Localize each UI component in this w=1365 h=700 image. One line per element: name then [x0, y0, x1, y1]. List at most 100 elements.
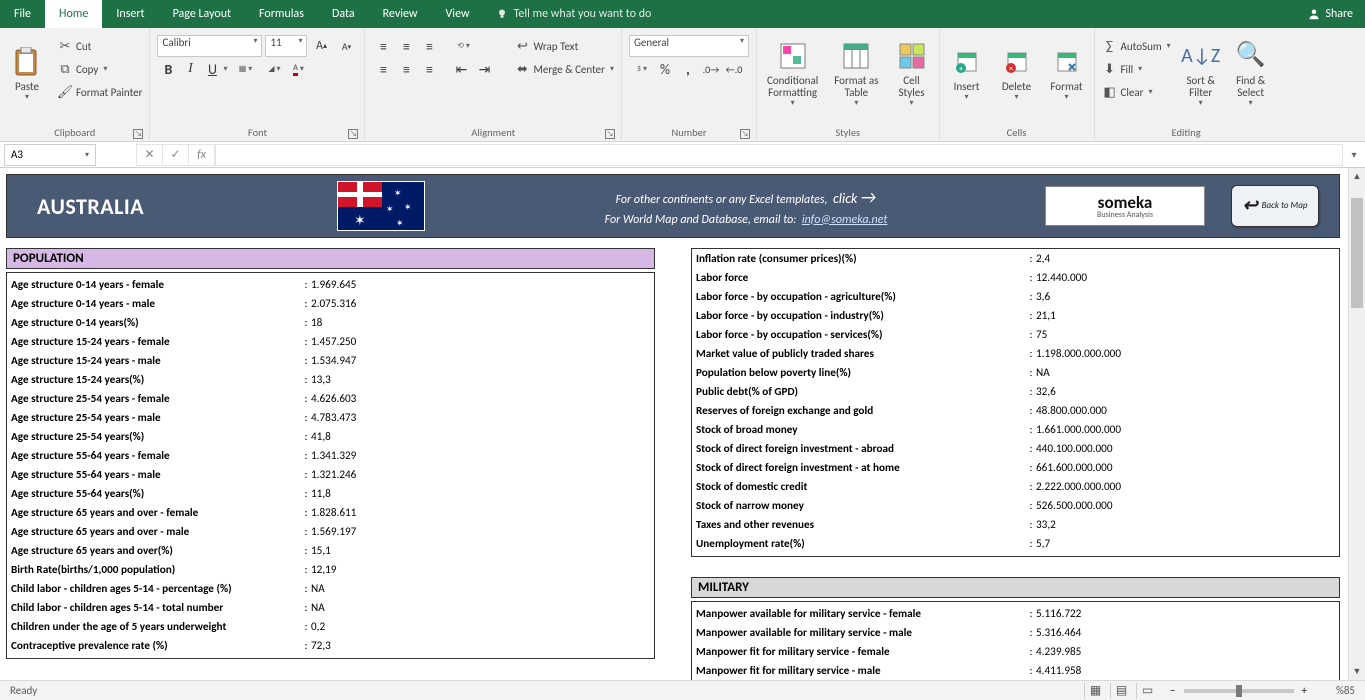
sort-filter-button[interactable]: A↓ZSort & Filter▾: [1178, 34, 1224, 112]
formula-input[interactable]: [215, 144, 1343, 166]
scroll-up-arrow[interactable]: ▲: [1349, 168, 1365, 185]
clear-button[interactable]: ◧Clear▾: [1099, 81, 1174, 103]
worksheet[interactable]: AUSTRALIA ✶ ✶ ✶ ✶ ✶ For other continents…: [0, 168, 1348, 680]
wrap-icon: ↩: [514, 38, 530, 54]
row-key: Age structure 25-54 years - female: [11, 392, 301, 406]
row-value: 32,6: [1036, 385, 1335, 399]
row-key: Unemployment rate(%): [696, 537, 1026, 551]
border-icon: ▦: [239, 64, 247, 74]
merge-center-button[interactable]: ⬌Merge & Center▾: [511, 58, 617, 80]
expand-formula-bar[interactable]: ▾: [1343, 148, 1365, 161]
fill-button[interactable]: ⬇Fill▾: [1099, 58, 1174, 80]
increase-indent-button[interactable]: ⇥: [473, 58, 495, 80]
autosum-button[interactable]: ∑AutoSum▾: [1099, 35, 1174, 57]
number-format-select[interactable]: General▾: [629, 35, 749, 57]
brush-icon: 🖌: [57, 84, 73, 100]
delete-cells-button[interactable]: ×Delete▾: [994, 34, 1040, 112]
format-as-table-button[interactable]: Format as Table▾: [828, 34, 884, 112]
accounting-format-button[interactable]: $: [631, 58, 653, 80]
group-number: General▾ $ % , .0→ ←.0 Number↘: [622, 28, 757, 141]
email-link[interactable]: info@someka.net: [802, 213, 888, 227]
decrease-indent-button[interactable]: ⇤: [450, 58, 472, 80]
alignment-dialog-launcher[interactable]: ↘: [605, 129, 615, 139]
tab-home[interactable]: Home: [45, 0, 102, 28]
clipboard-dialog-launcher[interactable]: ↘: [133, 129, 143, 139]
row-value: 5.116.722: [1036, 607, 1335, 621]
table-row: Stock of direct foreign investment - at …: [696, 458, 1335, 477]
row-value: 1.828.611: [311, 506, 650, 520]
cancel-formula-button[interactable]: ✕: [137, 144, 163, 166]
scroll-thumb[interactable]: [1351, 198, 1363, 308]
tab-insert[interactable]: Insert: [102, 0, 158, 28]
scroll-down-arrow[interactable]: ▼: [1349, 663, 1365, 680]
font-size-select[interactable]: 11▾: [265, 35, 307, 57]
paste-button[interactable]: Paste▾: [4, 34, 50, 112]
font-dialog-launcher[interactable]: ↘: [348, 129, 358, 139]
table-row: Age structure 15-24 years - male:1.534.9…: [11, 351, 650, 370]
align-middle-button[interactable]: ≡: [395, 35, 417, 57]
font-name-select[interactable]: Calibri▾: [157, 35, 262, 57]
row-key: Population below poverty line(%): [696, 366, 1026, 380]
tab-review[interactable]: Review: [369, 0, 432, 28]
cell-styles-button[interactable]: Cell Styles▾: [889, 34, 935, 112]
conditional-formatting-button[interactable]: Conditional Formatting▾: [761, 34, 824, 112]
tab-data[interactable]: Data: [318, 0, 369, 28]
tab-formulas[interactable]: Formulas: [245, 0, 318, 28]
shrink-font-button[interactable]: A▾: [335, 35, 357, 57]
copy-button[interactable]: ⧉Copy▾: [54, 58, 145, 80]
format-painter-button[interactable]: 🖌Format Painter: [54, 81, 145, 103]
view-normal-button[interactable]: ▦: [1084, 683, 1106, 699]
name-box[interactable]: A3▾: [4, 144, 96, 166]
share-button[interactable]: Share: [1308, 7, 1353, 21]
align-left-button[interactable]: ≡: [372, 58, 394, 80]
bold-button[interactable]: B: [157, 58, 179, 80]
table-row: Child labor - children ages 5-14 - perce…: [11, 579, 650, 598]
decrease-decimal-button[interactable]: ←.0: [723, 58, 745, 80]
align-center-button[interactable]: ≡: [395, 58, 417, 80]
tab-page-layout[interactable]: Page Layout: [159, 0, 245, 28]
zoom-out-button[interactable]: −: [1170, 684, 1175, 697]
back-to-map-button[interactable]: ↩Back to Map: [1231, 185, 1319, 227]
wrap-text-button[interactable]: ↩Wrap Text: [511, 35, 617, 57]
tell-me[interactable]: Tell me what you want to do: [484, 0, 664, 28]
number-dialog-launcher[interactable]: ↘: [740, 129, 750, 139]
zoom-in-button[interactable]: +: [1302, 684, 1307, 697]
table-row: Age structure 0-14 years(%):18: [11, 313, 650, 332]
underline-button[interactable]: U: [201, 58, 223, 80]
font-color-button[interactable]: A: [287, 58, 309, 80]
italic-button[interactable]: I: [179, 58, 201, 80]
fill-color-button[interactable]: ◢: [263, 58, 285, 80]
vertical-scrollbar[interactable]: ▲ ▼: [1348, 168, 1365, 680]
align-top-button[interactable]: ≡: [372, 35, 394, 57]
row-key: Taxes and other revenues: [696, 518, 1026, 532]
row-key: Stock of domestic credit: [696, 480, 1026, 494]
percent-button[interactable]: %: [654, 58, 676, 80]
format-cells-button[interactable]: Format▾: [1044, 34, 1090, 112]
zoom-slider[interactable]: [1184, 689, 1294, 693]
enter-formula-button[interactable]: ✓: [163, 144, 189, 166]
orientation-button[interactable]: ⟲: [452, 35, 474, 57]
align-bottom-button[interactable]: ≡: [418, 35, 440, 57]
row-value: 12,19: [311, 563, 650, 577]
tab-file[interactable]: File: [0, 0, 45, 28]
row-key: Public debt(% of GPD): [696, 385, 1026, 399]
tab-view[interactable]: View: [432, 0, 484, 28]
row-key: Age structure 25-54 years - male: [11, 411, 301, 425]
border-button[interactable]: ▦: [234, 58, 256, 80]
table-row: Stock of broad money:1.661.000.000.000: [696, 420, 1335, 439]
someka-logo: somekaBusiness Analysis: [1045, 186, 1205, 226]
table-row: Age structure 25-54 years - female:4.626…: [11, 389, 650, 408]
fx-button[interactable]: fx: [189, 144, 215, 166]
find-select-button[interactable]: 🔍Find & Select▾: [1228, 34, 1274, 112]
row-key: Age structure 55-64 years - male: [11, 468, 301, 482]
view-page-break-button[interactable]: ▭: [1136, 683, 1158, 699]
view-page-layout-button[interactable]: ▤: [1110, 683, 1132, 699]
align-right-button[interactable]: ≡: [418, 58, 440, 80]
comma-button[interactable]: ,: [677, 58, 699, 80]
increase-decimal-button[interactable]: .0→: [700, 58, 722, 80]
row-value: 4.239.985: [1036, 645, 1335, 659]
cut-button[interactable]: ✂Cut: [54, 35, 145, 57]
grow-font-button[interactable]: A▴: [310, 35, 332, 57]
insert-cells-button[interactable]: +Insert▾: [944, 34, 990, 112]
zoom-level[interactable]: %85: [1315, 684, 1355, 697]
